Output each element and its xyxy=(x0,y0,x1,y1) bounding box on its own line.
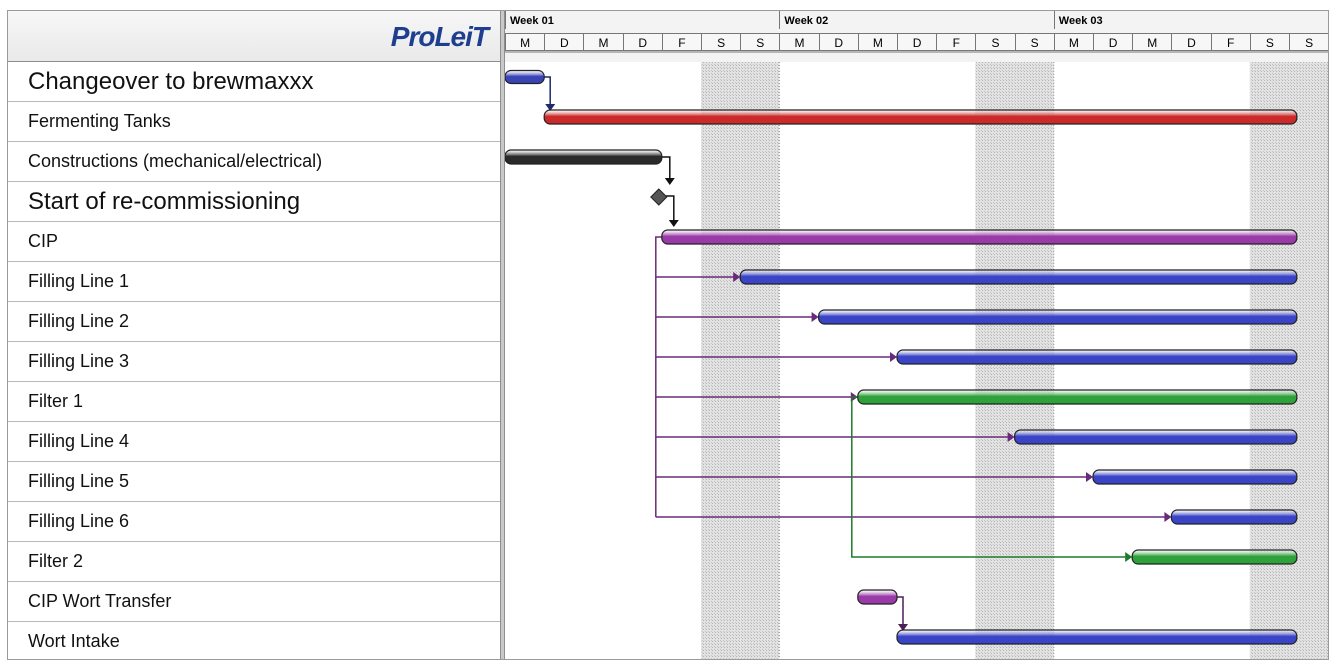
task-list-pane: ProLeiT Changeover to brewmaxxx Fermentin… xyxy=(8,11,500,659)
task-bar xyxy=(857,389,1298,405)
task-row[interactable]: CIP Wort Transfer xyxy=(8,582,500,622)
weekend-shading xyxy=(740,62,780,659)
task-row[interactable]: Filling Line 3 xyxy=(8,342,500,382)
logo-header: ProLeiT xyxy=(8,11,500,62)
task-bar xyxy=(1014,429,1298,445)
gantt-chart-pane[interactable]: Week 01 Week 02 Week 03 M D M D F S S M D M D F S S M D M D F… xyxy=(505,11,1328,659)
task-row[interactable]: Start of re-commissioning xyxy=(8,182,500,222)
gantt-window: ProLeiT Changeover to brewmaxxx Fermentin… xyxy=(7,10,1329,660)
task-row[interactable]: Filter 1 xyxy=(8,382,500,422)
task-bar xyxy=(1170,509,1298,525)
task-row[interactable]: Filling Line 1 xyxy=(8,262,500,302)
task-label: Filling Line 5 xyxy=(28,471,130,491)
task-label: CIP Wort Transfer xyxy=(28,591,172,611)
dependency-arrow xyxy=(811,312,819,322)
task-label: Filling Line 1 xyxy=(28,271,130,291)
milestone-marker xyxy=(650,188,668,206)
task-bar xyxy=(543,109,1298,125)
task-bar xyxy=(661,229,1298,245)
task-label: CIP xyxy=(28,231,59,251)
task-bar xyxy=(1131,549,1298,565)
task-label: Changeover to brewmaxxx xyxy=(28,67,314,95)
task-label: Constructions (mechanical/electrical) xyxy=(28,151,323,171)
task-bar xyxy=(818,309,1298,325)
dependency-arrow xyxy=(1086,472,1093,482)
task-row[interactable]: Filling Line 4 xyxy=(8,422,500,462)
dependency-arrow xyxy=(890,352,897,362)
task-bar xyxy=(739,269,1298,285)
weekend-shading xyxy=(701,62,741,659)
gantt-chart xyxy=(505,51,1328,659)
task-bar xyxy=(505,69,545,85)
dependency-arrow xyxy=(1125,552,1133,562)
task-bar xyxy=(896,349,1298,365)
task-row[interactable]: Fermenting Tanks xyxy=(8,102,500,142)
task-bar xyxy=(896,629,1298,645)
task-row[interactable]: Wort Intake xyxy=(8,622,500,659)
task-bar xyxy=(505,149,663,165)
dependency-arrow xyxy=(668,220,679,227)
task-label: Wort Intake xyxy=(28,631,120,651)
task-label: Filling Line 2 xyxy=(28,311,130,331)
task-label: Filter 1 xyxy=(28,391,84,411)
task-label: Filter 2 xyxy=(28,551,84,571)
task-label: Fermenting Tanks xyxy=(28,111,171,131)
task-label: Start of re-commissioning xyxy=(28,187,301,215)
task-row[interactable]: CIP xyxy=(8,222,500,262)
task-bar xyxy=(857,589,898,605)
proleit-logo: ProLeiT xyxy=(390,21,489,52)
task-row[interactable]: Filling Line 6 xyxy=(8,502,500,542)
task-row[interactable]: Changeover to brewmaxxx xyxy=(8,62,500,102)
task-row[interactable]: Constructions (mechanical/electrical) xyxy=(8,142,500,182)
task-label: Filling Line 3 xyxy=(28,351,130,371)
task-row[interactable]: Filter 2 xyxy=(8,542,500,582)
task-label: Filling Line 6 xyxy=(28,511,130,531)
task-bar xyxy=(1092,469,1298,485)
task-row[interactable]: Filling Line 2 xyxy=(8,302,500,342)
dependency-arrow xyxy=(1164,512,1172,522)
dependency-arrow xyxy=(664,178,675,185)
dependency-line xyxy=(655,236,662,517)
task-label: Filling Line 4 xyxy=(28,431,130,451)
task-row[interactable]: Filling Line 5 xyxy=(8,462,500,502)
